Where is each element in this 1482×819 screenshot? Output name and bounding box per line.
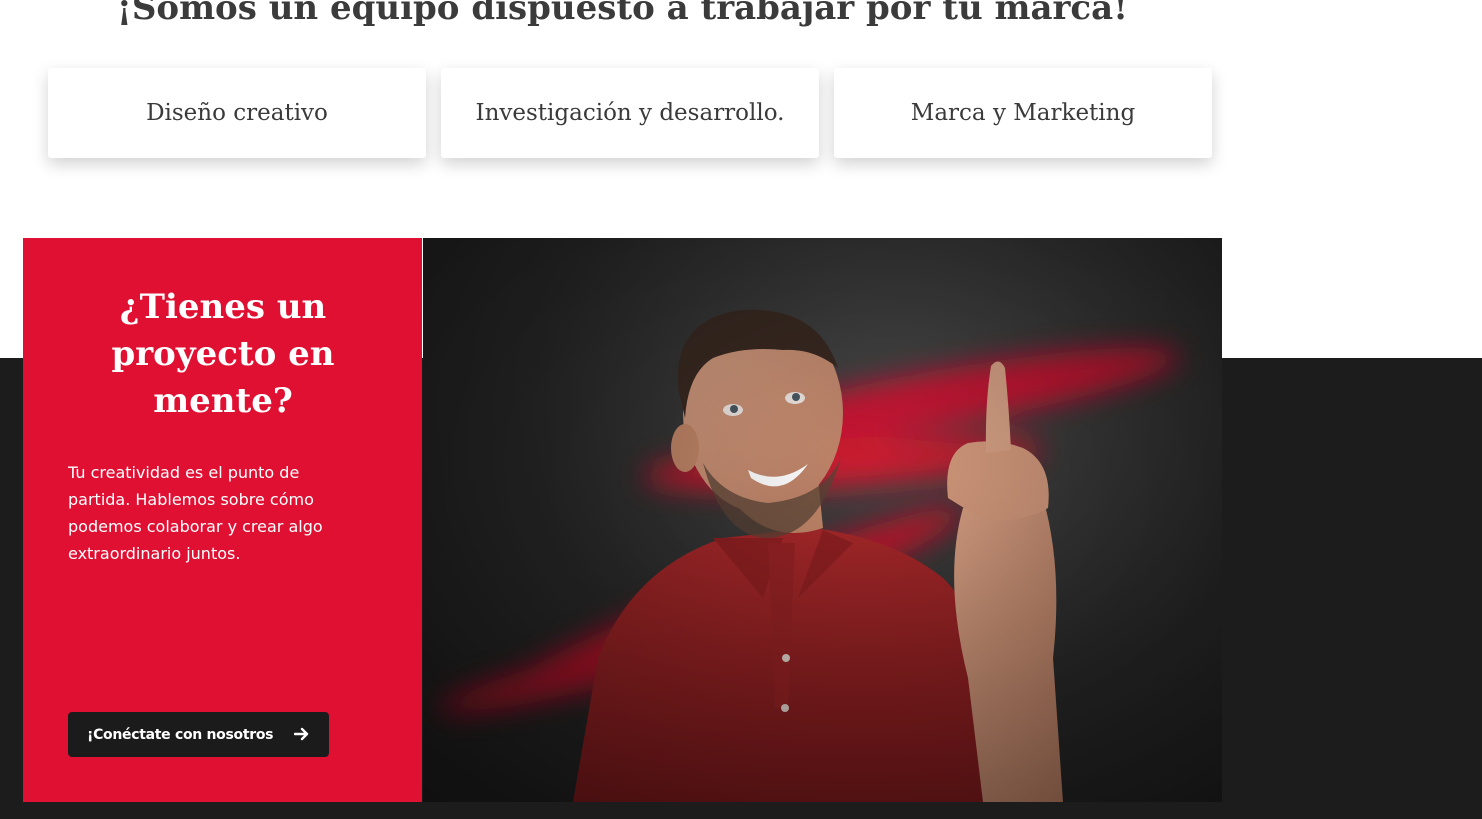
service-card-label: Marca y Marketing: [910, 100, 1136, 126]
service-card-creative-design[interactable]: Diseño creativo: [48, 68, 426, 158]
connect-button[interactable]: ¡Conéctate con nosotros: [68, 712, 329, 757]
service-card-brand-marketing[interactable]: Marca y Marketing: [834, 68, 1212, 158]
service-card-label: Investigación y desarrollo.: [475, 100, 785, 126]
arrow-right-icon: [294, 727, 309, 741]
cta-title: ¿Tienes un proyecto en mente?: [111, 287, 335, 421]
cta-panel: ¿Tienes un proyecto en mente? Tu creativ…: [23, 238, 422, 802]
connect-button-label: ¡Conéctate con nosotros: [87, 726, 274, 743]
cta-description: Tu creatividad es el punto de partida. H…: [68, 463, 323, 563]
section-heading: ¡Somos un equipo dispuesto a trabajar po…: [116, 0, 1129, 28]
man-pointing-up-photo: [423, 238, 1222, 802]
service-card-research-development[interactable]: Investigación y desarrollo.: [441, 68, 819, 158]
service-card-label: Diseño creativo: [146, 100, 328, 126]
